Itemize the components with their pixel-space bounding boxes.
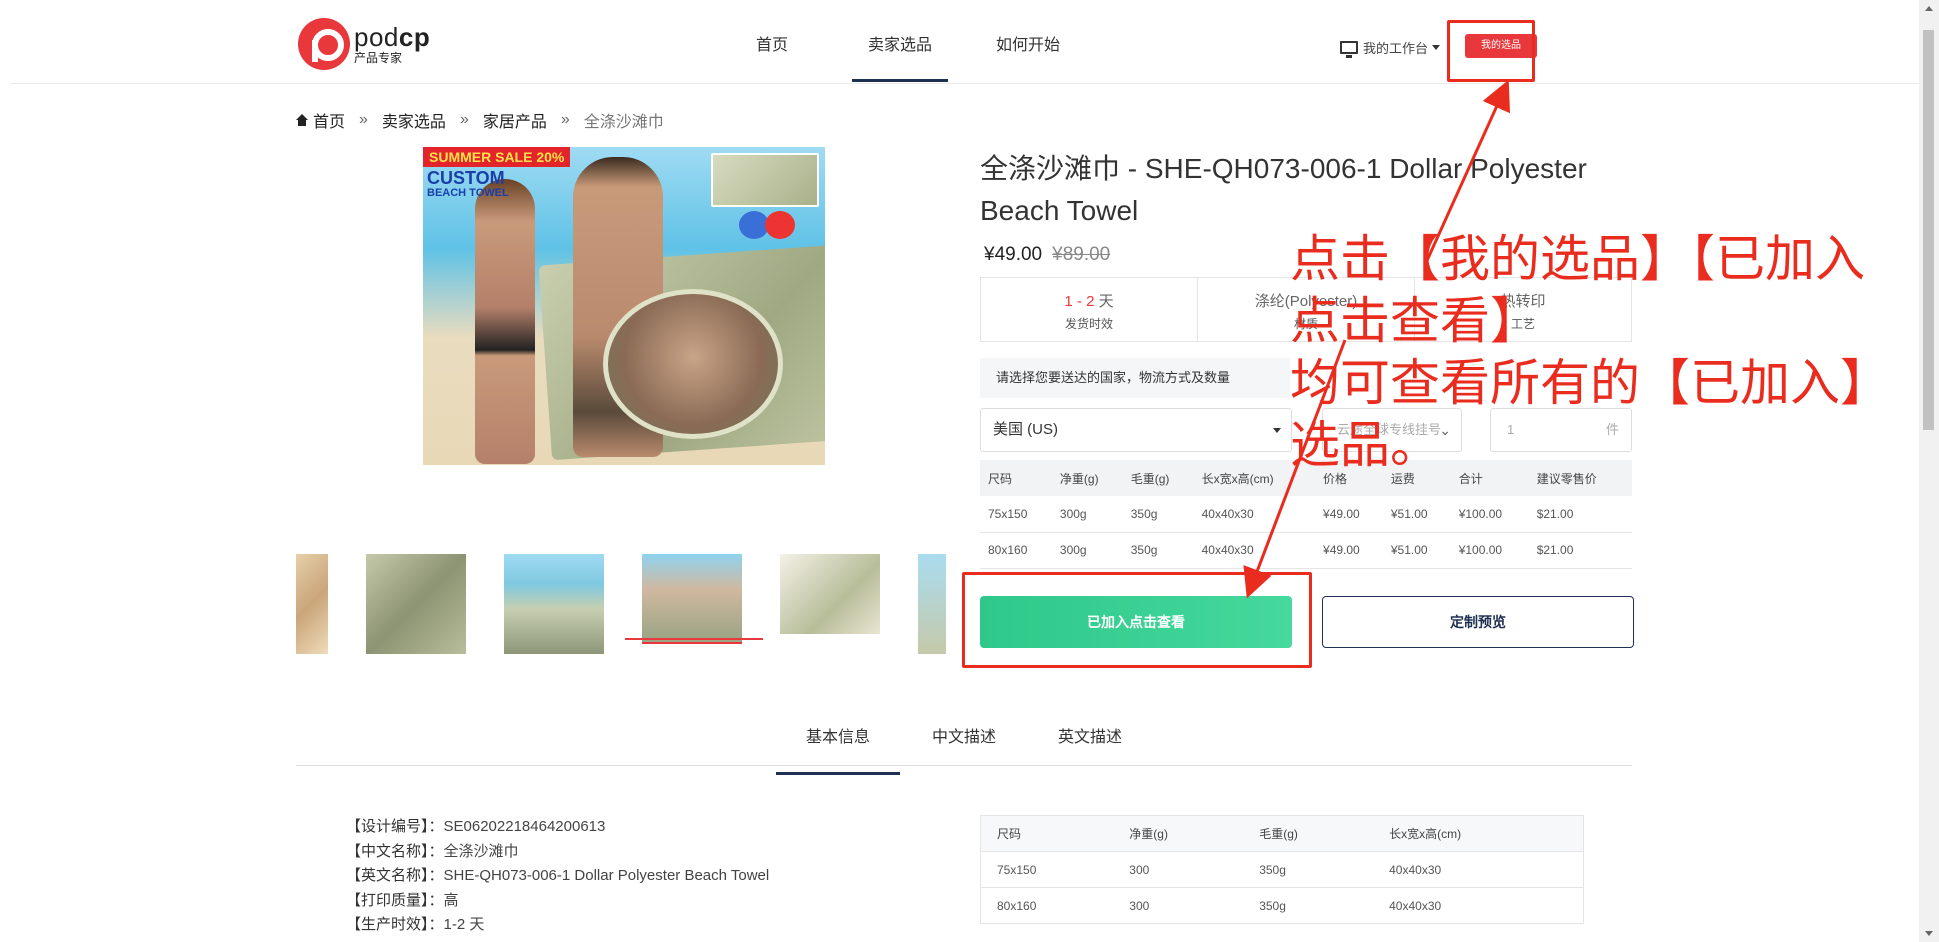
heart-icon <box>739 211 799 241</box>
product-thumbnail[interactable] <box>918 554 946 654</box>
logo-icon <box>298 18 350 70</box>
product-title: 全涤沙滩巾 - SHE-QH073-006-1 Dollar Polyester… <box>980 153 1587 226</box>
product-thumbnail[interactable] <box>504 554 604 654</box>
table-row: 80x160 300g 350g 40x40x30 ¥49.00 ¥51.00 … <box>980 532 1632 569</box>
breadcrumb: 首页 » 卖家选品 » 家居产品 » 全涤沙滩巾 <box>296 108 664 132</box>
table-row: 80x160 300 350g 40x40x30 <box>980 887 1584 924</box>
ship-days-label: 发货时效 <box>1064 317 1113 331</box>
logo-subtitle: 产品专家 <box>354 51 403 65</box>
info-row: 【中文名称】：全涤沙滩巾 <box>346 842 519 860</box>
nav-home[interactable]: 首页 <box>724 0 820 84</box>
nav-seller-products[interactable]: 卖家选品 <box>852 0 948 84</box>
product-thumbnail[interactable] <box>366 554 466 654</box>
scroll-thumb[interactable] <box>1923 30 1934 430</box>
select-hint: 请选择您要送达的国家，物流方式及数量 <box>980 358 1290 398</box>
breadcrumb-home[interactable]: 首页 <box>313 108 345 132</box>
ship-days: 1 - 2 <box>1064 293 1095 310</box>
info-row: 【生产时效】：1-2 天 <box>346 916 485 933</box>
annotation-text: 点击【我的选品】【已加入 点击查看】 均可查看所有的【已加入】 选品。 <box>1290 230 1890 474</box>
product-price: ¥49.00 ¥89.00 <box>984 244 1110 266</box>
spec-table: 尺码 净重(g) 毛重(g) 长x宽x高(cm) 75x150 300 350g… <box>980 815 1584 924</box>
info-row: 【英文名称】：SHE-QH073-006-1 Dollar Polyester … <box>346 867 770 884</box>
caret-down-icon <box>1432 45 1441 50</box>
nav-how-to-start[interactable]: 如何开始 <box>980 0 1076 84</box>
detail-tabs: 基本信息 中文描述 英文描述 <box>296 720 1632 775</box>
customize-preview-button[interactable]: 定制预览 <box>1322 596 1634 648</box>
table-row: 75x150 300 350g 40x40x30 <box>980 851 1584 888</box>
product-thumbnail[interactable] <box>780 554 880 634</box>
price-original: ¥89.00 <box>1052 244 1111 265</box>
podcp-logo[interactable]: podcp 产品专家 <box>298 18 430 70</box>
workbench-label: 我的工作台 <box>1363 41 1429 56</box>
table-row: 75x150 300g 350g 40x40x30 ¥49.00 ¥51.00 … <box>980 496 1632 533</box>
product-main-image: SUMMER SALE 20% CUSTOM BEACH TOWEL <box>423 147 825 465</box>
breadcrumb-separator: » <box>459 111 469 128</box>
monitor-icon <box>1340 41 1358 58</box>
page-scrollbar[interactable] <box>1919 0 1939 942</box>
scroll-down-icon[interactable] <box>1925 931 1933 936</box>
country-select[interactable]: 美国 (US) <box>980 408 1292 452</box>
breadcrumb-separator: » <box>359 111 368 128</box>
highlight-box-added-button <box>962 572 1312 668</box>
breadcrumb-current: 全涤沙滩巾 <box>583 114 664 131</box>
caret-down-icon <box>1273 428 1281 433</box>
site-header: podcp 产品专家 首页 卖家选品 如何开始 我的工作台 我的选品 <box>10 0 1920 84</box>
highlight-box-my-products <box>1447 20 1535 82</box>
home-icon <box>296 114 308 126</box>
logo-word-b: cp <box>398 22 431 52</box>
product-thumbnail[interactable] <box>296 554 328 654</box>
workbench-dropdown[interactable]: 我的工作台 <box>1340 38 1441 58</box>
info-row: 【设计编号】：SE06202218464200613 <box>346 818 606 835</box>
basic-info: 【设计编号】：SE06202218464200613 【中文名称】：全涤沙滩巾 … <box>346 815 769 938</box>
custom-sub-label: BEACH TOWEL <box>427 187 509 199</box>
scroll-up-icon[interactable] <box>1925 6 1933 11</box>
tab-chinese-desc[interactable]: 中文描述 <box>902 720 1026 765</box>
sale-tag: SUMMER SALE 20% <box>423 147 571 167</box>
product-thumbnail-active[interactable] <box>642 554 742 644</box>
breadcrumb-home-products[interactable]: 家居产品 <box>483 108 547 132</box>
price-current: ¥49.00 <box>984 244 1043 265</box>
tab-basic-info[interactable]: 基本信息 <box>775 720 901 775</box>
logo-word-a: pod <box>354 22 399 52</box>
info-row: 【打印质量】：高 <box>346 891 459 909</box>
tab-english-desc[interactable]: 英文描述 <box>1028 720 1152 765</box>
custom-label: CUSTOM <box>427 168 505 188</box>
size-price-table: 尺码 净重(g) 毛重(g) 长x宽x高(cm) 价格 运费 合计 建议零售价 … <box>980 460 1632 569</box>
main-nav: 首页 卖家选品 如何开始 <box>724 0 1108 84</box>
breadcrumb-seller-products[interactable]: 卖家选品 <box>382 108 446 132</box>
breadcrumb-separator: » <box>560 111 570 128</box>
